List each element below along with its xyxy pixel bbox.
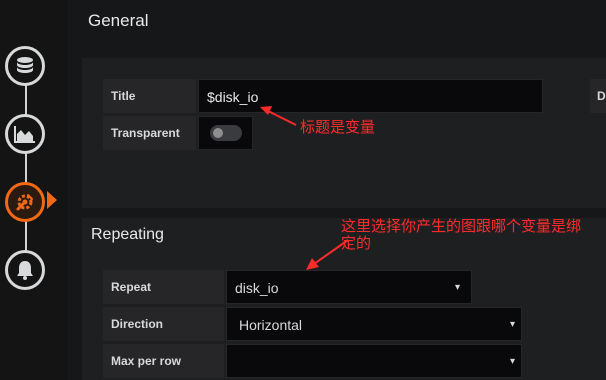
annotation-arrows bbox=[260, 106, 349, 270]
repeat-arrow-icon bbox=[306, 239, 349, 270]
title-arrow-icon bbox=[260, 106, 297, 126]
